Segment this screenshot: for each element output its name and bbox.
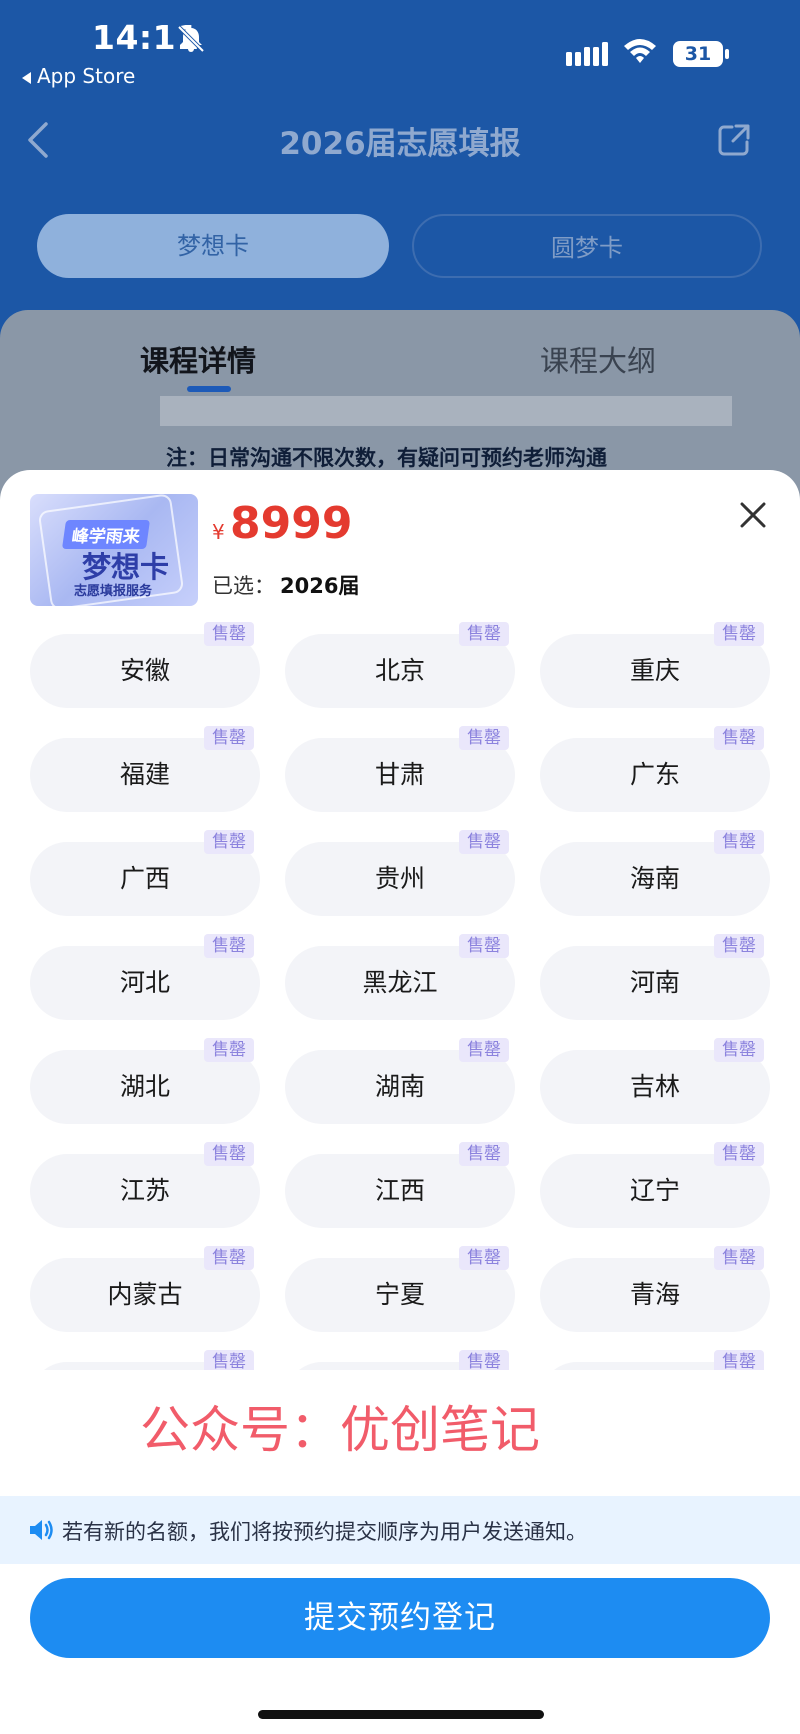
sold-out-badge: 售罄 [459,1142,509,1166]
sold-out-badge: 售罄 [204,622,254,646]
province-option[interactable]: 山东售罄 [30,1350,260,1370]
submit-reservation-button[interactable]: 提交预约登记 [30,1578,770,1658]
province-option[interactable]: 海南 售罄 [540,830,770,916]
province-option[interactable]: 甘肃 售罄 [285,726,515,812]
province-option[interactable]: 黑龙江 售罄 [285,934,515,1020]
province-option[interactable]: 贵州 售罄 [285,830,515,916]
sold-out-badge: 售罄 [204,726,254,750]
close-icon[interactable] [738,500,768,530]
price: 8999 [230,498,353,549]
province-label: 广东 [629,760,680,789]
selected-label: 已选： [212,574,275,598]
sold-out-badge: 售罄 [714,726,764,750]
sold-out-badge: 售罄 [204,1350,254,1370]
province-option[interactable]: 福建 售罄 [30,726,260,812]
home-indicator [258,1710,544,1719]
province-label: 广西 [119,864,170,893]
province-option[interactable]: 北京 售罄 [285,622,515,708]
province-label: 湖北 [119,1072,170,1101]
province-option[interactable]: 江苏 售罄 [30,1142,260,1228]
cellular-signal-icon [566,42,608,66]
province-label: 海南 [629,864,680,893]
share-icon[interactable] [716,122,752,158]
battery-level: 31 [684,43,712,65]
watermark-text: 公众号：优创笔记 [140,1401,540,1459]
sold-out-badge: 售罄 [459,1038,509,1062]
sold-out-badge: 售罄 [204,934,254,958]
province-option[interactable]: 湖南 售罄 [285,1038,515,1124]
tab-dream-card[interactable]: 梦想卡 [37,214,389,278]
province-option[interactable]: 广东 售罄 [540,726,770,812]
sold-out-badge: 售罄 [714,830,764,854]
province-option[interactable]: 安徽 售罄 [30,622,260,708]
page-title: 2026届志愿填报 [279,126,521,162]
sold-out-badge: 售罄 [459,726,509,750]
tab-fulfill-card[interactable]: 圆梦卡 [412,214,762,278]
product-thumbnail: 峰学雨来 梦想卡 志愿填报服务 [30,494,198,606]
back-app-label: App Store [37,64,136,88]
province-label: 贵州 [374,864,425,893]
speaker-icon [30,1520,53,1540]
wifi-icon [624,39,656,63]
province-label: 青海 [629,1280,680,1309]
sold-out-badge: 售罄 [714,1142,764,1166]
province-option[interactable]: 吉林 售罄 [540,1038,770,1124]
sold-out-badge: 售罄 [459,1246,509,1270]
sold-out-badge: 售罄 [714,1246,764,1270]
back-triangle-icon [22,71,31,84]
sold-out-badge: 售罄 [204,830,254,854]
sold-out-badge: 售罄 [204,1142,254,1166]
province-label: 河南 [629,968,680,997]
province-option[interactable]: 河南 售罄 [540,934,770,1020]
province-option[interactable]: 宁夏 售罄 [285,1246,515,1332]
sold-out-badge: 售罄 [714,1038,764,1062]
sold-out-badge: 售罄 [204,1038,254,1062]
province-label: 吉林 [629,1072,680,1101]
sold-out-badge: 售罄 [459,622,509,646]
notice-text: 若有新的名额，我们将按预约提交顺序为用户发送通知。 [62,1520,587,1544]
province-grid: 安徽 售罄 北京 售罄 重庆 售罄 福建 售罄 甘肃 售罄 广东 售罄 广西 售罄 贵州 售罄 海南 售罄 河北 售罄… [0,620,800,1370]
content-note: 注：日常沟通不限次数，有疑问可预约老师沟通 [166,446,607,470]
province-option[interactable]: 青海 售罄 [540,1246,770,1332]
tab-course-detail[interactable]: 课程详情 [140,338,256,380]
province-label: 北京 [374,656,425,685]
selected-value: 2026届 [280,574,360,598]
province-option[interactable]: 辽宁 售罄 [540,1142,770,1228]
province-option[interactable]: 山西售罄 [540,1350,770,1370]
content-box [160,396,732,426]
sold-out-badge: 售罄 [714,622,764,646]
active-tab-indicator [187,386,231,392]
province-option[interactable]: 上海售罄 [285,1350,515,1370]
province-option[interactable]: 广西 售罄 [30,830,260,916]
province-label: 安徽 [119,656,170,685]
sold-out-badge: 售罄 [459,934,509,958]
province-option[interactable]: 河北 售罄 [30,934,260,1020]
chevron-left-icon[interactable] [24,120,52,160]
province-label: 宁夏 [374,1280,425,1309]
province-label: 湖南 [374,1072,425,1101]
sold-out-badge: 售罄 [459,830,509,854]
province-option[interactable]: 湖北 售罄 [30,1038,260,1124]
province-label: 江苏 [119,1176,170,1205]
sold-out-badge: 售罄 [714,1350,764,1370]
province-option[interactable]: 江西 售罄 [285,1142,515,1228]
province-label: 河北 [119,968,170,997]
sold-out-badge: 售罄 [714,934,764,958]
currency-symbol: ¥ [212,520,225,544]
province-option[interactable]: 重庆 售罄 [540,622,770,708]
province-option[interactable]: 内蒙古 售罄 [30,1246,260,1332]
province-label: 黑龙江 [362,968,438,997]
province-label: 江西 [374,1176,425,1205]
back-to-app-store[interactable]: App Store [22,64,135,88]
sold-out-badge: 售罄 [204,1246,254,1270]
sold-out-badge: 售罄 [459,1350,509,1370]
tab-course-outline[interactable]: 课程大纲 [540,338,656,380]
province-label: 福建 [119,760,170,789]
thumbnail-subtitle: 志愿填报服务 [74,584,153,599]
province-label: 甘肃 [374,760,425,789]
province-label: 重庆 [629,656,680,685]
bell-mute-icon [177,25,205,53]
province-label: 内蒙古 [107,1280,183,1309]
province-label: 辽宁 [629,1176,680,1205]
